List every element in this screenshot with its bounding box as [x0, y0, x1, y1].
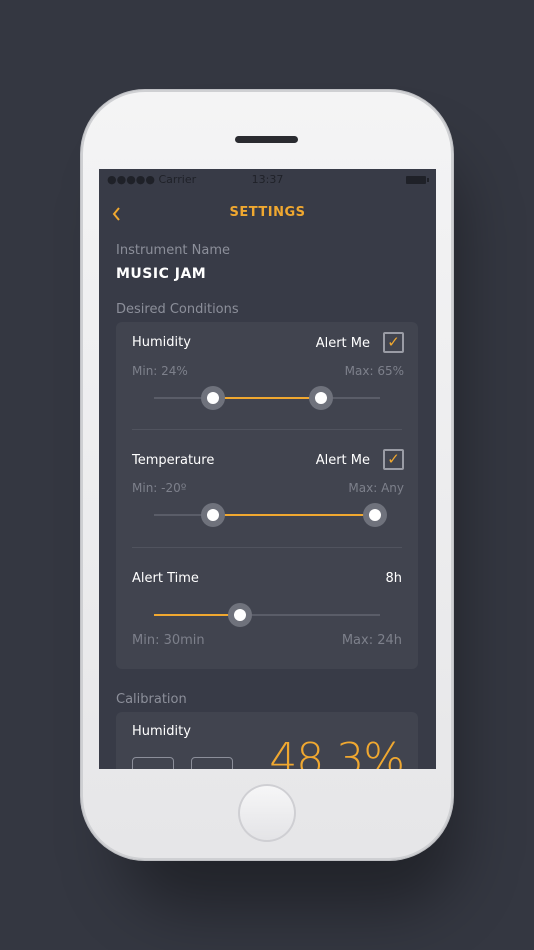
- home-button[interactable]: [238, 784, 296, 842]
- status-time: 13:37: [251, 173, 284, 186]
- calibration-card: Humidity 48.3%: [116, 712, 418, 769]
- humidity-alert-checkbox[interactable]: ✓: [383, 332, 404, 353]
- instrument-name-label: Instrument Name: [116, 243, 231, 258]
- calibration-humidity-value: 48.3%: [269, 734, 405, 769]
- calibration-decrease-button[interactable]: [132, 757, 174, 769]
- humidity-slider-fill: [212, 397, 322, 399]
- temperature-alert-label: Alert Me: [315, 453, 370, 468]
- temperature-max-handle[interactable]: [363, 503, 388, 527]
- alert-time-slider-track[interactable]: [154, 603, 380, 627]
- page-title: SETTINGS: [229, 205, 306, 220]
- conditions-card: Humidity Alert Me ✓ Min: 24% Max: 65% Te…: [116, 322, 418, 669]
- check-icon: ✓: [387, 333, 400, 351]
- alert-time-value: 8h: [385, 571, 402, 586]
- temperature-title: Temperature: [132, 453, 215, 468]
- divider: [132, 547, 402, 548]
- temperature-max-label: Max: Any: [348, 481, 404, 495]
- humidity-title: Humidity: [132, 335, 191, 350]
- alert-time-min-label: Min: 30min: [132, 633, 205, 648]
- temperature-min-label: Min: -20º: [132, 481, 187, 495]
- temperature-alert-checkbox[interactable]: ✓: [383, 449, 404, 470]
- divider: [132, 429, 402, 430]
- battery-icon: [406, 176, 429, 184]
- alert-time-title: Alert Time: [132, 571, 199, 586]
- humidity-alert-label: Alert Me: [315, 336, 370, 351]
- temperature-min-handle[interactable]: [200, 503, 225, 527]
- humidity-min-label: Min: 24%: [132, 364, 188, 378]
- alert-time-handle[interactable]: [227, 603, 252, 627]
- status-bar: ●●●●● Carrier 13:37: [99, 169, 436, 191]
- alert-time-slider-fill: [154, 614, 240, 616]
- phone-frame: ●●●●● Carrier 13:37 SETTINGS Instrument …: [81, 90, 453, 860]
- speaker-grille: [235, 136, 298, 143]
- humidity-max-handle[interactable]: [309, 386, 334, 410]
- alert-time-max-label: Max: 24h: [341, 633, 402, 648]
- check-icon: ✓: [387, 450, 400, 468]
- instrument-name-value[interactable]: MUSIC JAM: [116, 266, 206, 282]
- humidity-max-label: Max: 65%: [344, 364, 404, 378]
- calibration-increase-button[interactable]: [191, 757, 233, 769]
- desired-conditions-label: Desired Conditions: [116, 302, 239, 317]
- temperature-slider-track[interactable]: [154, 503, 388, 527]
- calibration-humidity-title: Humidity: [132, 724, 191, 739]
- calibration-label: Calibration: [116, 692, 187, 707]
- temperature-slider-fill: [212, 514, 376, 516]
- app-screen: ●●●●● Carrier 13:37 SETTINGS Instrument …: [99, 169, 436, 769]
- humidity-slider-track[interactable]: [154, 386, 380, 410]
- humidity-min-handle[interactable]: [200, 386, 225, 410]
